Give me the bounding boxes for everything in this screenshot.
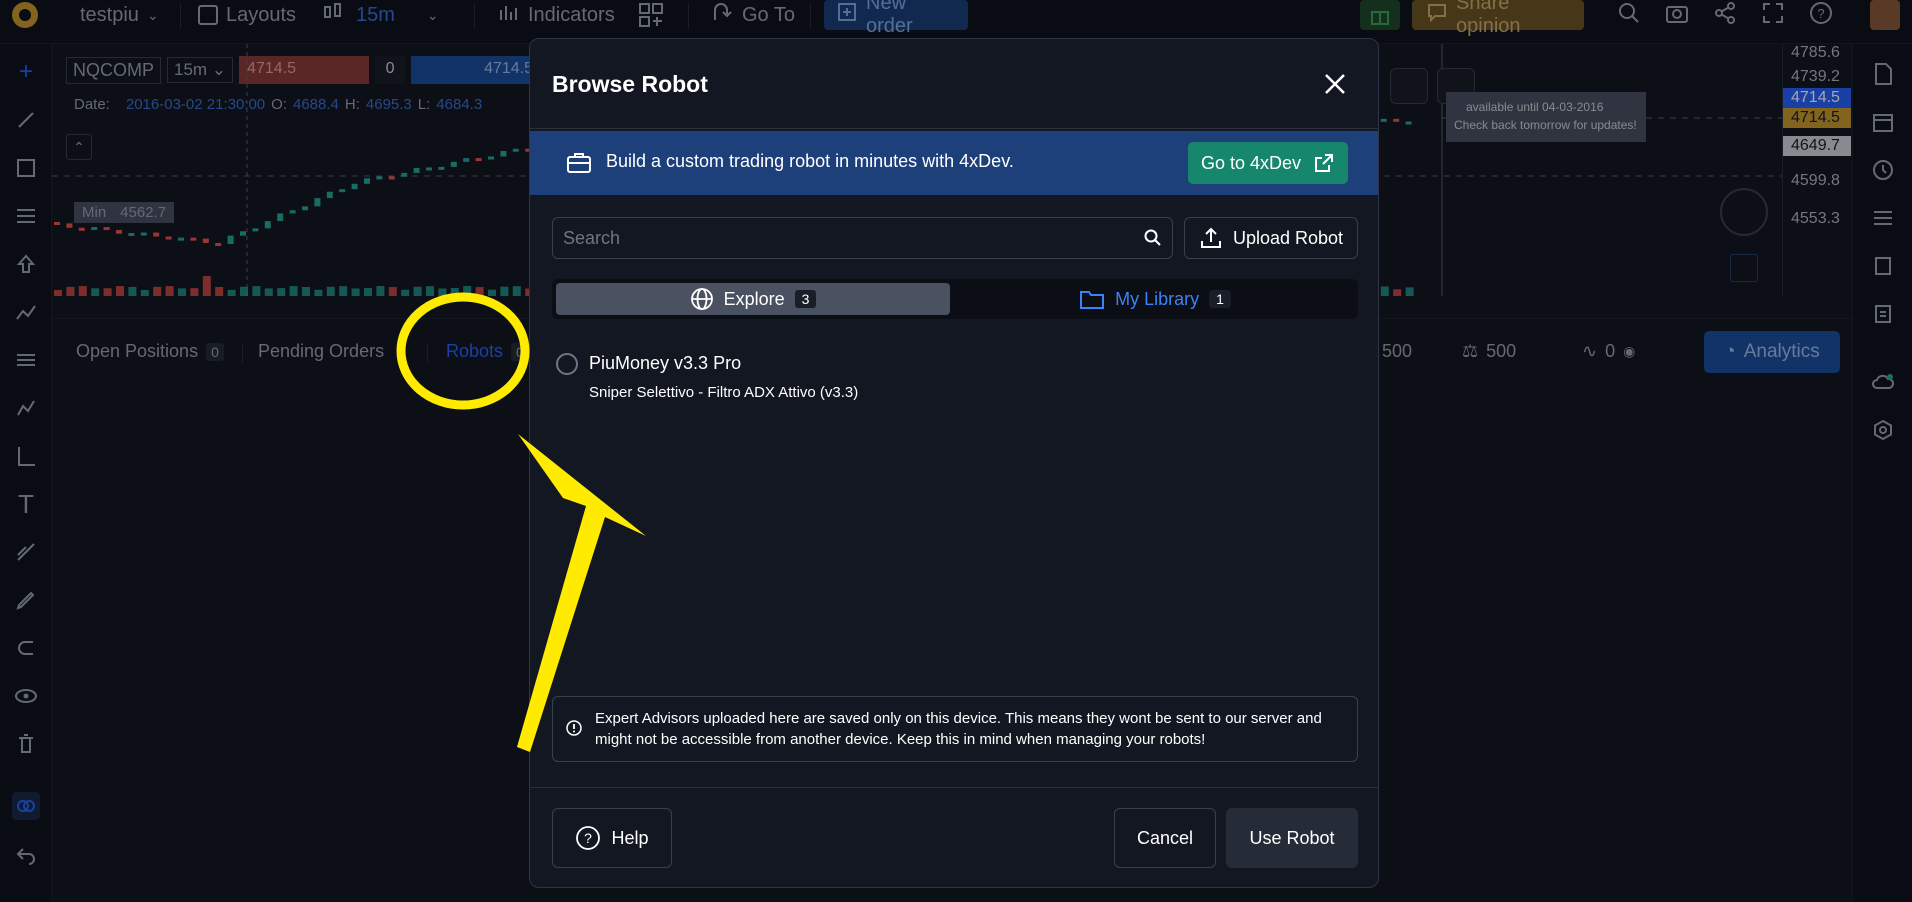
help-button[interactable]: ? Help (552, 808, 672, 868)
notice-text: Expert Advisors uploaded here are saved … (595, 710, 1322, 748)
help-label: Help (611, 827, 649, 848)
briefcase-icon (566, 151, 592, 180)
tab-explore-count: 3 (794, 290, 817, 308)
upload-icon (1200, 227, 1221, 248)
robot-list-item[interactable]: PiuMoney v3.3 Pro Sniper Selettivo - Fil… (552, 349, 1358, 409)
help-icon: ? (576, 826, 601, 850)
upload-label: Upload Robot (1232, 227, 1344, 248)
storage-notice: Expert Advisors uploaded here are saved … (552, 696, 1358, 762)
svg-text:?: ? (585, 830, 593, 846)
use-robot-button[interactable]: Use Robot (1226, 808, 1358, 868)
robot-name: PiuMoney v3.3 Pro (589, 353, 742, 373)
promo-banner: Build a custom trading robot in minutes … (530, 131, 1378, 195)
close-icon (1325, 74, 1345, 94)
tab-explore[interactable]: Explore 3 (556, 283, 950, 315)
tab-library-label: My Library (1115, 288, 1200, 309)
tab-my-library[interactable]: My Library 1 (956, 283, 1354, 315)
close-button[interactable] (1320, 69, 1350, 99)
promo-text: Build a custom trading robot in minutes … (606, 151, 1014, 171)
robot-tabs: Explore 3 My Library 1 (552, 279, 1358, 319)
folder-icon (1080, 291, 1105, 309)
tab-library-count: 1 (1209, 290, 1231, 308)
search-box (552, 217, 1173, 259)
external-link-icon (1315, 154, 1334, 172)
browse-robot-dialog: Browse Robot Build a custom trading robo… (529, 38, 1379, 888)
globe-icon (690, 288, 713, 310)
robot-radio[interactable] (556, 353, 578, 375)
upload-robot-button[interactable]: Upload Robot (1184, 217, 1358, 259)
dialog-footer: ? Help Cancel Use Robot (530, 787, 1378, 887)
tab-explore-label: Explore (723, 288, 785, 309)
go-to-4xdev-label: Go to 4xDev (1200, 152, 1302, 173)
robot-description: Sniper Selettivo - Filtro ADX Attivo (v3… (589, 384, 859, 401)
search-input[interactable] (563, 226, 1123, 250)
go-to-4xdev-button[interactable]: Go to 4xDev (1188, 142, 1348, 184)
cancel-button[interactable]: Cancel (1114, 808, 1216, 868)
dialog-header: Browse Robot (530, 39, 1378, 129)
search-icon[interactable] (1143, 228, 1163, 253)
trading-app: testpiu ⌄ Layouts 15m ⌄ Indicators Go To… (0, 0, 1912, 902)
dialog-title: Browse Robot (552, 71, 708, 97)
info-icon (565, 719, 583, 742)
